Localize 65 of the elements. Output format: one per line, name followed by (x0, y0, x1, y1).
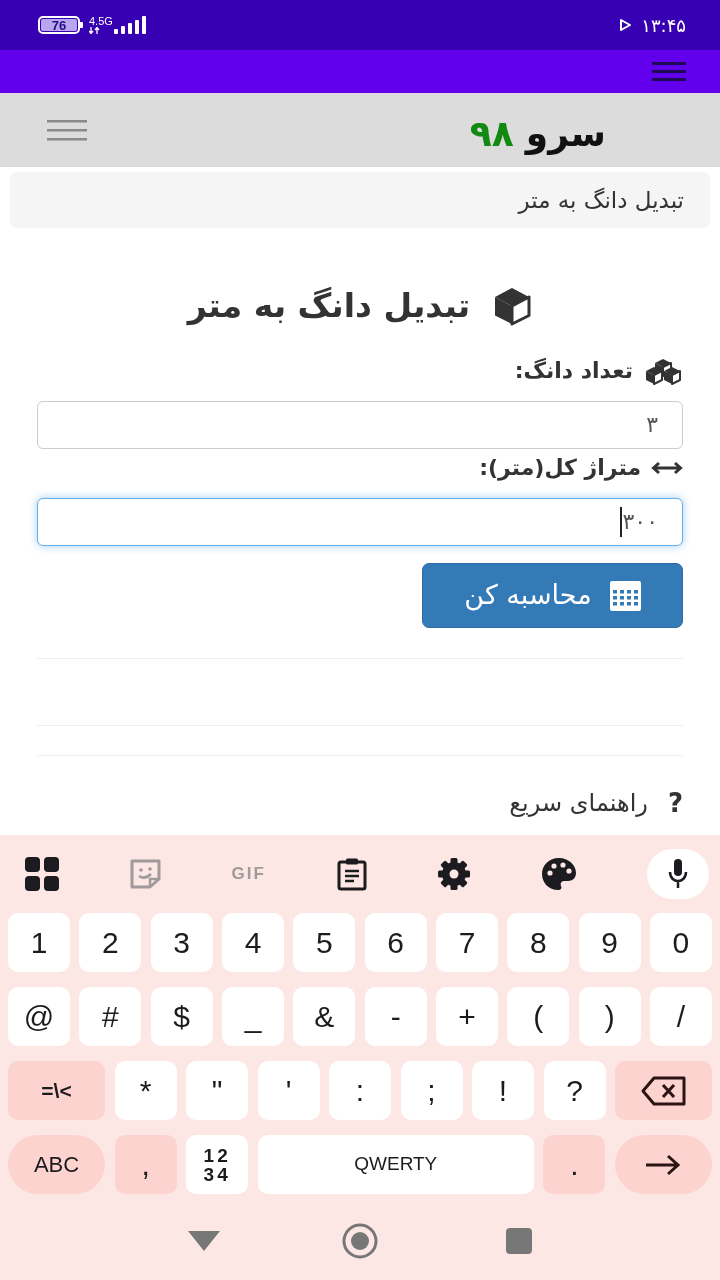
play-icon (620, 19, 632, 31)
keyboard-key[interactable]: / (649, 987, 712, 1046)
keyboard-key[interactable]: 9 (578, 913, 641, 972)
home-icon[interactable] (342, 1223, 378, 1259)
keyboard-key[interactable]: # (79, 987, 142, 1046)
keyboard-key[interactable]: , (114, 1135, 177, 1194)
microphone-icon (667, 859, 688, 889)
backspace-key[interactable] (615, 1061, 712, 1120)
breadcrumb-item: تبدیل دانگ به متر (518, 185, 684, 216)
keyboard-key[interactable]: 4 (222, 913, 284, 972)
field-label: تعداد دانگ: (514, 357, 633, 385)
keyboard-key[interactable]: 2 (79, 913, 142, 972)
backspace-icon (640, 1075, 687, 1106)
signal-icon (113, 16, 148, 34)
keyboard-key[interactable]: - (364, 987, 427, 1046)
keyboard-key[interactable]: @ (8, 987, 70, 1046)
symbols-key[interactable]: =\< (8, 1061, 105, 1120)
keyboard-key[interactable]: ; (400, 1061, 463, 1120)
keyboard-key[interactable]: 3 (150, 913, 213, 972)
help-heading: راهنمای سریع (509, 788, 648, 819)
keyboard-key[interactable]: . (543, 1135, 606, 1194)
keyboard-key[interactable]: ( (507, 987, 570, 1046)
keyboard-key[interactable]: 0 (649, 913, 712, 972)
battery-indicator: 76 (38, 16, 83, 34)
keyboard-key[interactable]: * (114, 1061, 177, 1120)
numpad-key[interactable]: 12 34 (186, 1135, 249, 1194)
data-arrows-icon (89, 27, 101, 34)
calculate-button[interactable]: محاسبه کن (422, 563, 683, 628)
keyboard-key[interactable]: : (329, 1061, 391, 1120)
keyboard-key[interactable]: ? (543, 1061, 606, 1120)
keyboard-key[interactable]: 1 (8, 913, 70, 972)
field-label: متراژ کل(متر): (479, 454, 641, 482)
palette-icon[interactable] (542, 858, 577, 890)
keyboard-key[interactable]: & (293, 987, 356, 1046)
keyboard-key[interactable]: 5 (293, 913, 356, 972)
input-field[interactable]: ۳ (37, 401, 683, 449)
calculator-icon (609, 580, 641, 611)
keyboard-key[interactable]: + (435, 987, 498, 1046)
letters-key[interactable]: ABC (8, 1135, 105, 1194)
clock-time: ۱۳:۴۵ (641, 13, 686, 38)
arrow-right-icon (645, 1153, 682, 1176)
microphone-button[interactable] (646, 849, 709, 899)
network-type-text: 4.5G (89, 16, 113, 27)
keyboard-key[interactable]: " (186, 1061, 248, 1120)
clipboard-icon[interactable] (336, 857, 367, 891)
spacebar-key[interactable]: QWERTY (257, 1135, 534, 1194)
question-mark-icon: ? (667, 786, 683, 820)
keyboard-key[interactable]: _ (222, 987, 284, 1046)
keyboard-key[interactable]: ) (578, 987, 641, 1046)
keyboard-key[interactable]: ! (472, 1061, 534, 1120)
keyboard-key[interactable]: ' (257, 1061, 320, 1120)
cubes-icon (643, 357, 683, 385)
menu-icon[interactable] (47, 119, 87, 141)
horizontal-arrows-icon (651, 461, 683, 475)
logo-text[interactable]: سرو (525, 112, 606, 156)
keyboard-key[interactable]: 6 (364, 913, 427, 972)
page-title: تبدیل دانگ به متر (187, 285, 471, 328)
keyboard-key[interactable]: 8 (507, 913, 570, 972)
keyboard-key[interactable]: $ (150, 987, 213, 1046)
settings-icon[interactable] (437, 857, 472, 891)
input-field[interactable]: ۳۰۰ (37, 498, 683, 546)
down-triangle-icon[interactable] (188, 1231, 220, 1251)
keyboard-key[interactable]: 7 (435, 913, 498, 972)
grid-icon[interactable] (25, 857, 59, 891)
cube-icon (492, 286, 533, 326)
